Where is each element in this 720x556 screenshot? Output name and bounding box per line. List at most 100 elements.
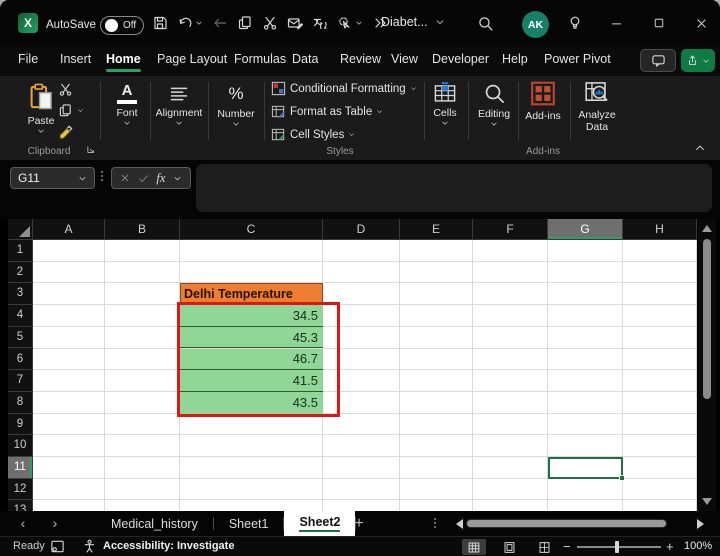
maximize-button[interactable]: [647, 12, 671, 34]
sheet-tab-sheet1[interactable]: Sheet1: [214, 511, 284, 536]
column-header-A[interactable]: A: [33, 219, 105, 240]
insert-function-icon[interactable]: fx: [156, 171, 165, 186]
zoom-out-button[interactable]: −: [563, 539, 571, 554]
qat-copy-button[interactable]: [237, 15, 253, 31]
column-header-B[interactable]: B: [105, 219, 180, 240]
row-header-6[interactable]: 6: [8, 348, 33, 371]
collapse-ribbon-button[interactable]: [694, 142, 706, 154]
qat-cut-button[interactable]: [262, 15, 278, 31]
qat-translate-button[interactable]: [312, 15, 328, 31]
prev-sheet-button[interactable]: ‹: [14, 515, 32, 531]
chevron-down-icon[interactable]: [173, 174, 182, 183]
column-header-G[interactable]: G: [548, 219, 623, 240]
zoom-level[interactable]: 100%: [684, 540, 712, 552]
paste-button[interactable]: Paste: [20, 82, 62, 135]
hscroll-right-icon[interactable]: [697, 519, 704, 529]
copy-button[interactable]: [58, 103, 84, 118]
next-sheet-button[interactable]: ›: [46, 515, 64, 531]
hscroll-left-icon[interactable]: [456, 519, 463, 529]
clipboard-dialog-launcher[interactable]: [86, 145, 96, 155]
qat-save-button[interactable]: [152, 15, 168, 31]
macro-record-button[interactable]: [50, 539, 65, 554]
format-painter-button[interactable]: [58, 124, 74, 139]
document-name[interactable]: Diabet...: [381, 15, 445, 29]
zoom-slider-track[interactable]: [577, 546, 661, 548]
excel-logo-icon[interactable]: X: [18, 13, 38, 33]
page-layout-view-button[interactable]: [497, 539, 521, 555]
analyze-data-button[interactable]: Analyze Data: [574, 80, 620, 133]
vertical-scroll-thumb[interactable]: [703, 239, 711, 399]
zoom-in-button[interactable]: +: [666, 539, 674, 554]
qat-undo-button[interactable]: [177, 15, 203, 31]
enter-entry-icon[interactable]: [138, 173, 149, 184]
row-header-3[interactable]: 3: [8, 283, 33, 306]
ideas-button[interactable]: [563, 12, 587, 34]
share-button[interactable]: [681, 49, 715, 72]
accessibility-text[interactable]: Accessibility: Investigate: [103, 540, 234, 552]
format-as-table-button[interactable]: Format as Table: [271, 104, 383, 119]
menu-tab-home[interactable]: Home: [106, 52, 141, 72]
row-header-8[interactable]: 8: [8, 391, 33, 414]
column-header-D[interactable]: D: [323, 219, 400, 240]
autosave-toggle[interactable]: Off: [100, 16, 144, 35]
avatar[interactable]: AK: [522, 11, 549, 38]
row-header-2[interactable]: 2: [8, 261, 33, 284]
menu-tab-page-layout[interactable]: Page Layout: [157, 52, 227, 66]
menu-tab-developer[interactable]: Developer: [432, 52, 489, 66]
row-header-7[interactable]: 7: [8, 370, 33, 392]
search-button[interactable]: [473, 12, 497, 34]
fill-handle[interactable]: [619, 474, 625, 481]
row-header-1[interactable]: 1: [8, 240, 33, 262]
close-button[interactable]: [689, 12, 713, 34]
alignment-menu-button[interactable]: Alignment: [152, 84, 206, 127]
scroll-down-icon[interactable]: [702, 498, 712, 505]
new-sheet-button[interactable]: +: [350, 515, 368, 533]
cells-menu-button[interactable]: Cells: [426, 81, 464, 127]
name-box[interactable]: G11: [10, 167, 95, 189]
cancel-entry-icon[interactable]: [120, 173, 130, 183]
scroll-up-icon[interactable]: [702, 225, 712, 232]
menu-tab-power-pivot[interactable]: Power Pivot: [544, 52, 611, 66]
qat-touch-mode-button[interactable]: [337, 15, 363, 31]
menu-tab-help[interactable]: Help: [502, 52, 528, 66]
cells-area[interactable]: Delhi Temperature 34.5 45.3 46.7 41.5 43.5: [33, 240, 697, 511]
column-header-H[interactable]: H: [623, 219, 697, 240]
font-menu-button[interactable]: A Font: [106, 83, 148, 127]
column-header-E[interactable]: E: [400, 219, 473, 240]
accessibility-status[interactable]: [82, 539, 97, 554]
row-header-4[interactable]: 4: [8, 305, 33, 327]
horizontal-scroll-thumb[interactable]: [466, 519, 667, 528]
qat-back-button[interactable]: [212, 15, 228, 31]
menu-tab-data[interactable]: Data: [292, 52, 318, 66]
formula-input[interactable]: [196, 164, 712, 212]
row-header-9[interactable]: 9: [8, 413, 33, 436]
minimize-button[interactable]: [604, 12, 628, 34]
number-menu-button[interactable]: % Number: [212, 83, 260, 128]
column-header-C[interactable]: C: [180, 219, 323, 240]
select-all-corner[interactable]: [8, 219, 33, 240]
menu-tab-insert[interactable]: Insert: [60, 52, 91, 66]
cell-styles-button[interactable]: Cell Styles: [271, 127, 355, 142]
conditional-formatting-button[interactable]: Conditional Formatting: [271, 81, 417, 96]
menu-tab-formulas[interactable]: Formulas: [234, 52, 286, 66]
column-header-F[interactable]: F: [473, 219, 548, 240]
row-header-5[interactable]: 5: [8, 326, 33, 349]
sheet-options-menu[interactable]: [434, 518, 436, 528]
normal-view-button[interactable]: [462, 539, 486, 555]
sheet-tab-sheet2[interactable]: Sheet2: [284, 511, 356, 536]
comments-button[interactable]: [640, 49, 676, 72]
row-header-11[interactable]: 11: [8, 457, 33, 479]
menu-tab-view[interactable]: View: [391, 52, 418, 66]
page-break-view-button[interactable]: [532, 539, 556, 555]
menu-tab-review[interactable]: Review: [340, 52, 381, 66]
zoom-slider-handle[interactable]: [615, 541, 619, 553]
formula-bar-grip[interactable]: [101, 171, 103, 181]
row-header-13[interactable]: 13: [8, 500, 33, 511]
row-header-12[interactable]: 12: [8, 478, 33, 501]
row-header-10[interactable]: 10: [8, 435, 33, 457]
cut-button[interactable]: [58, 82, 73, 97]
menu-tab-file[interactable]: File: [18, 52, 38, 66]
editing-menu-button[interactable]: Editing: [472, 82, 516, 128]
qat-mail-button[interactable]: [287, 15, 303, 31]
active-cell-G11[interactable]: [548, 457, 625, 481]
